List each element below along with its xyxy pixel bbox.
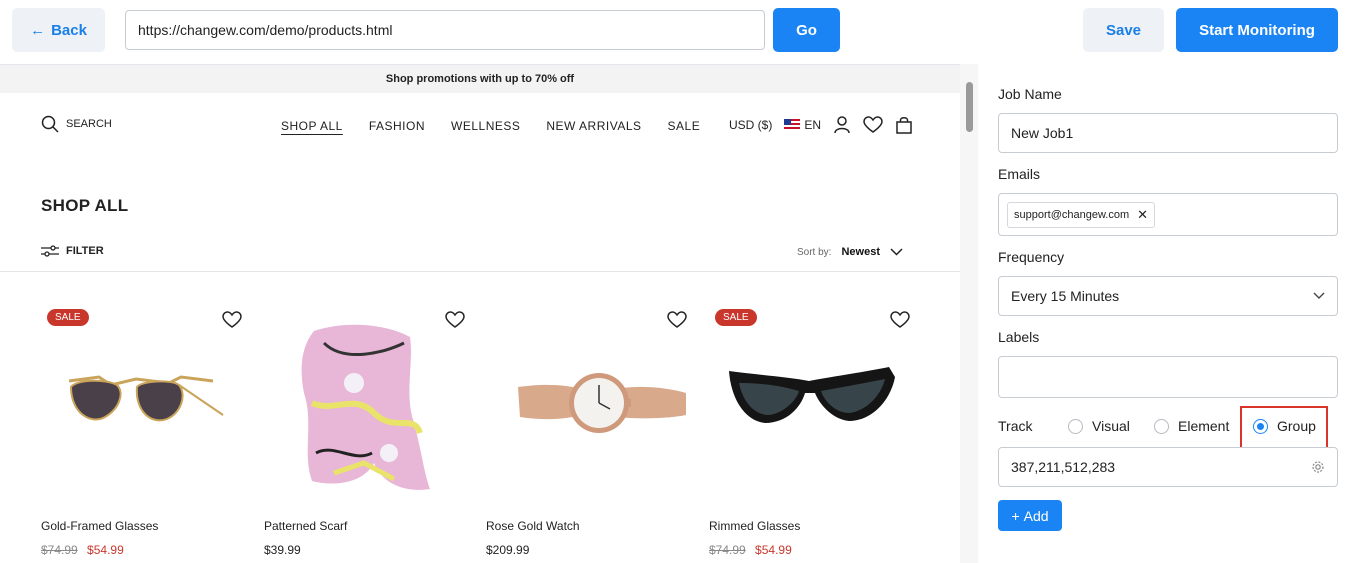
cart-bag-icon[interactable] xyxy=(895,115,913,134)
labels-label: Labels xyxy=(998,329,1040,345)
track-element-label: Element xyxy=(1178,418,1230,434)
main-menu: SHOP ALL FASHION WELLNESS NEW ARRIVALS S… xyxy=(281,119,700,133)
frequency-value: Every 15 Minutes xyxy=(1011,288,1120,304)
sale-price: $54.99 xyxy=(755,543,792,557)
site-nav: SEARCH SHOP ALL FASHION WELLNESS NEW ARR… xyxy=(0,93,960,157)
user-icon[interactable] xyxy=(833,115,851,134)
add-button-label: Add xyxy=(1023,507,1049,524)
currency-selector[interactable]: USD ($) xyxy=(729,118,772,132)
chevron-down-icon xyxy=(1313,292,1325,299)
scrollbar-thumb[interactable] xyxy=(966,82,973,132)
menu-shop-all[interactable]: SHOP ALL xyxy=(281,119,343,133)
gear-icon[interactable] xyxy=(1311,460,1325,474)
product-name[interactable]: Gold-Framed Glasses xyxy=(41,519,158,533)
track-visual-label: Visual xyxy=(1092,418,1130,434)
favorite-heart-icon[interactable] xyxy=(445,311,465,329)
product-image[interactable]: SALE xyxy=(41,303,246,503)
site-search[interactable]: SEARCH xyxy=(41,115,112,133)
sale-badge: SALE xyxy=(715,309,757,326)
plus-icon: + xyxy=(1011,507,1020,524)
search-icon xyxy=(41,115,59,133)
preview-scrollbar[interactable] xyxy=(960,64,978,563)
filter-sliders-icon xyxy=(41,245,59,257)
product-price: $74.99 $54.99 xyxy=(41,543,124,557)
menu-sale[interactable]: SALE xyxy=(668,119,701,133)
menu-fashion[interactable]: FASHION xyxy=(369,119,425,133)
product-name[interactable]: Rimmed Glasses xyxy=(709,519,800,533)
selector-value: 387,211,512,283 xyxy=(1011,459,1116,475)
radio-button[interactable] xyxy=(1154,418,1169,434)
price: $209.99 xyxy=(486,543,530,557)
frequency-label: Frequency xyxy=(998,249,1065,265)
track-visual-radio[interactable]: Visual xyxy=(1068,418,1130,434)
language-selector[interactable]: EN xyxy=(784,118,821,132)
go-button[interactable]: Go xyxy=(773,8,840,52)
emails-input[interactable]: support@changew.com ✕ xyxy=(998,193,1338,236)
frequency-select[interactable]: Every 15 Minutes xyxy=(998,276,1338,316)
filter-button[interactable]: FILTER xyxy=(41,245,104,257)
chevron-down-icon xyxy=(890,248,903,256)
track-label: Track xyxy=(998,418,1033,434)
add-button[interactable]: + Add xyxy=(998,500,1062,531)
favorite-heart-icon[interactable] xyxy=(667,311,687,329)
sort-label: Sort by: xyxy=(797,246,832,258)
track-options: Track Visual Element Group xyxy=(998,406,1338,450)
product-image[interactable] xyxy=(486,303,691,503)
emails-label: Emails xyxy=(998,166,1041,182)
divider xyxy=(0,271,960,272)
arrow-left-icon: ← xyxy=(30,21,46,39)
top-toolbar: ← Back Go Save Start Monitoring xyxy=(0,0,1350,62)
labels-input[interactable] xyxy=(998,356,1338,398)
job-name-label: Job Name xyxy=(998,86,1062,102)
product-name[interactable]: Patterned Scarf xyxy=(264,519,347,533)
nav-utilities: USD ($) EN xyxy=(729,115,913,134)
url-input[interactable] xyxy=(125,10,765,50)
old-price: $74.99 xyxy=(709,543,746,557)
radio-button[interactable] xyxy=(1068,418,1083,434)
favorite-heart-icon[interactable] xyxy=(222,311,242,329)
email-chip-label: support@changew.com xyxy=(1014,208,1130,221)
search-label: SEARCH xyxy=(66,118,112,130)
track-element-radio[interactable]: Element xyxy=(1154,418,1229,434)
favorite-heart-icon[interactable] xyxy=(890,311,910,329)
product-image[interactable] xyxy=(264,303,469,503)
selector-input[interactable]: 387,211,512,283 xyxy=(998,447,1338,487)
sort-dropdown[interactable]: Sort by: Newest xyxy=(797,246,903,258)
sale-badge: SALE xyxy=(47,309,89,326)
promo-banner: Shop promotions with up to 70% off xyxy=(0,65,960,93)
price: $39.99 xyxy=(264,543,301,557)
email-chip: support@changew.com ✕ xyxy=(1007,201,1156,228)
page-preview[interactable]: Shop promotions with up to 70% off SEARC… xyxy=(0,64,960,563)
us-flag-icon xyxy=(784,119,801,130)
filter-label: FILTER xyxy=(66,245,104,257)
back-button-label: Back xyxy=(51,21,87,39)
product-image[interactable]: SALE xyxy=(709,303,914,503)
product-price: $39.99 xyxy=(264,543,301,557)
language-label: EN xyxy=(804,117,822,132)
page-title: SHOP ALL xyxy=(41,196,129,215)
sale-price: $54.99 xyxy=(87,543,124,557)
start-monitoring-button[interactable]: Start Monitoring xyxy=(1176,8,1338,52)
product-price: $74.99 $54.99 xyxy=(709,543,792,557)
product-name[interactable]: Rose Gold Watch xyxy=(486,519,580,533)
old-price: $74.99 xyxy=(41,543,78,557)
menu-wellness[interactable]: WELLNESS xyxy=(451,119,520,133)
menu-new-arrivals[interactable]: NEW ARRIVALS xyxy=(546,119,641,133)
wishlist-heart-icon[interactable] xyxy=(863,115,883,134)
close-icon[interactable]: ✕ xyxy=(1137,207,1148,223)
product-price: $209.99 xyxy=(486,543,529,557)
job-name-input[interactable]: New Job1 xyxy=(998,113,1338,153)
highlight-box xyxy=(1240,406,1328,450)
back-button[interactable]: ← Back xyxy=(12,8,105,52)
sort-value: Newest xyxy=(841,246,880,258)
save-button[interactable]: Save xyxy=(1083,8,1164,52)
job-settings-panel: Job Name New Job1 Emails support@changew… xyxy=(980,64,1350,563)
